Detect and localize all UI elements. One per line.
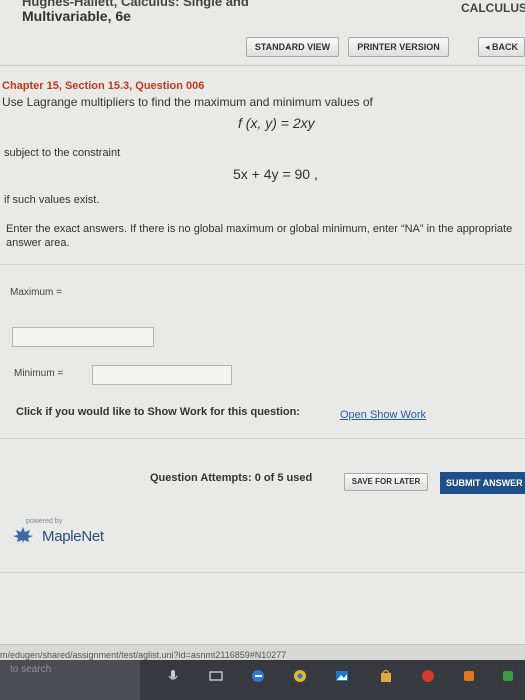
footer-divider — [0, 572, 525, 573]
standard-view-button[interactable]: STANDARD VIEW — [246, 37, 339, 57]
question-prompt: Use Lagrange multipliers to find the max… — [2, 95, 373, 109]
green-app-icon[interactable] — [500, 668, 516, 684]
course-label: CALCULUS — [461, 1, 525, 15]
question-attempts: Question Attempts: 0 of 5 used — [150, 472, 313, 484]
subject-to-text: subject to the constraint — [4, 147, 121, 159]
photos-icon[interactable] — [334, 668, 350, 684]
constraint-equation: 5x + 4y = 90 , — [233, 166, 318, 182]
status-url: m/edugen/shared/assignment/test/aglist.u… — [0, 650, 287, 660]
printer-version-button[interactable]: PRINTER VERSION — [348, 37, 449, 57]
open-show-work-link[interactable]: Open Show Work — [340, 409, 426, 421]
back-button[interactable]: ◂ BACK — [478, 37, 525, 57]
answer-instructions: Enter the exact answers. If there is no … — [6, 223, 513, 249]
minimum-input[interactable] — [92, 365, 232, 385]
taskbar-search-placeholder: to search — [10, 664, 52, 675]
book-title-line2: Multivariable, 6e — [22, 8, 131, 24]
edge-browser-icon[interactable] — [250, 668, 266, 684]
minimum-label: Minimum = — [14, 368, 64, 379]
show-work-prompt: Click if you would like to Show Work for… — [16, 406, 300, 418]
powered-by-text: powered by — [26, 518, 63, 525]
if-exist-text: if such values exist. — [4, 194, 100, 206]
microphone-icon[interactable] — [165, 668, 181, 684]
store-icon[interactable] — [378, 668, 394, 684]
objective-function: f (x, y) = 2xy — [238, 115, 315, 131]
maplenet-brand: MapleNet — [42, 528, 104, 545]
maple-leaf-icon — [13, 527, 33, 543]
task-view-icon[interactable] — [208, 668, 224, 684]
save-for-later-button[interactable]: SAVE FOR LATER — [344, 473, 428, 491]
chrome-icon[interactable] — [292, 668, 308, 684]
orange-app-icon[interactable] — [461, 668, 477, 684]
submit-answer-button[interactable]: SUBMIT ANSWER — [440, 472, 525, 494]
question-heading: Chapter 15, Section 15.3, Question 006 — [2, 80, 205, 92]
red-app-icon[interactable] — [420, 668, 436, 684]
maximum-label: Maximum = — [10, 287, 62, 298]
maximum-input[interactable] — [12, 327, 154, 347]
